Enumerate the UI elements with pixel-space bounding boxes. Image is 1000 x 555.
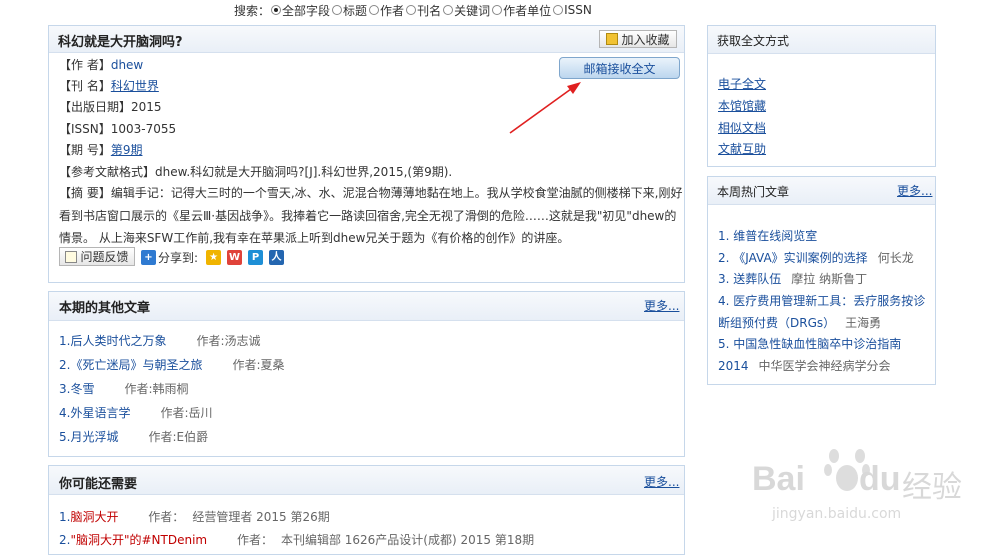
- renren-icon[interactable]: 人: [269, 250, 285, 265]
- other-articles-title: 本期的其他文章: [59, 301, 151, 316]
- journal-link[interactable]: 科幻世界: [111, 79, 159, 93]
- share-row: + 分享到: ★ W P 人: [141, 249, 285, 266]
- plus-icon[interactable]: +: [141, 250, 156, 265]
- abstract-line-1: 【摘 要】编辑手记：记得大三时的一个雪天,冰、水、泥混合物薄薄地黏在地上。我从学…: [59, 186, 683, 200]
- issue-link[interactable]: 第9期: [111, 143, 143, 157]
- weibo-icon[interactable]: W: [227, 250, 243, 265]
- article-title: 科幻就是大开脑洞吗?: [58, 35, 183, 50]
- issn-row: 【ISSN】1003-7055: [59, 122, 177, 136]
- reference-row: 【参考文献格式】dhew.科幻就是大开脑洞吗?[J].科幻世界,2015,(第9…: [59, 165, 453, 179]
- email-fulltext-button[interactable]: 邮箱接收全文: [559, 57, 680, 79]
- baidu-watermark: Bai du 经验 jingyan.baidu.com: [742, 438, 982, 528]
- radio-icon[interactable]: [271, 5, 282, 15]
- list-item[interactable]: 4.外星语言学 作者:岳川: [59, 404, 213, 421]
- radio-icon[interactable]: [443, 5, 454, 15]
- filter-affiliation[interactable]: 作者单位: [491, 2, 551, 19]
- red-arrow-annotation: [509, 82, 581, 134]
- issue-row: 【期 号】第9期: [59, 143, 143, 157]
- hot-articles-title: 本周热门文章: [717, 185, 790, 199]
- list-item[interactable]: 2.《死亡迷局》与朝圣之旅 作者:夏桑: [59, 356, 285, 373]
- list-item[interactable]: 3.冬雪 作者:韩雨桐: [59, 380, 189, 397]
- fulltext-link-similar[interactable]: 相似文档: [718, 119, 766, 136]
- radio-icon[interactable]: [332, 5, 343, 15]
- hot-item[interactable]: 3. 送葬队伍 摩拉 纳斯鲁丁: [718, 270, 867, 287]
- list-item[interactable]: 5.月光浮城 作者:E伯爵: [59, 428, 208, 445]
- filter-author[interactable]: 作者: [368, 2, 404, 19]
- edit-icon: [65, 250, 78, 263]
- tencent-icon[interactable]: P: [248, 250, 264, 265]
- fulltext-link-library[interactable]: 本馆馆藏: [718, 97, 766, 114]
- fulltext-link-electronic[interactable]: 电子全文: [718, 75, 766, 92]
- search-filter-bar: 搜索： 全部字段 标题 作者 刊名 关键词 作者单位 ISSN: [234, 1, 593, 19]
- abstract-line-2: 看到书店窗口展示的《星云Ⅲ·基因战争》。我捧着它一路读回宿舍,完全无视了滑倒的危…: [59, 209, 677, 223]
- radio-icon[interactable]: [492, 5, 503, 15]
- radio-icon[interactable]: [553, 5, 564, 15]
- recommend-more-link[interactable]: 更多...: [644, 473, 679, 490]
- filter-journal[interactable]: 刊名: [405, 2, 441, 19]
- recommend-header: [49, 466, 684, 495]
- hot-item[interactable]: 5. 中国急性缺血性脑卒中诊治指南: [718, 335, 901, 352]
- abstract-line-3: 情景。 从上海来SFW工作前,我有幸在苹果派上听到dhew兄关于题为《有价格的创…: [59, 231, 570, 245]
- filter-issn[interactable]: ISSN: [552, 3, 592, 17]
- list-item[interactable]: 1.后人类时代之万象 作者:汤志诚: [59, 332, 261, 349]
- filter-keyword[interactable]: 关键词: [442, 2, 490, 19]
- list-item[interactable]: 1.脑洞大开 作者： 经营管理者 2015 第26期: [59, 508, 330, 525]
- date-row: 【出版日期】2015: [59, 100, 162, 114]
- journal-row: 【刊 名】科幻世界: [59, 79, 159, 93]
- filter-all[interactable]: 全部字段: [270, 2, 330, 19]
- radio-icon[interactable]: [369, 5, 380, 15]
- search-prefix: 搜索：: [234, 3, 271, 18]
- hot-item-continued[interactable]: 2014 中华医学会神经病学分会: [718, 357, 891, 374]
- filter-title[interactable]: 标题: [331, 2, 367, 19]
- favorite-icon: [606, 33, 619, 45]
- add-favorite-button[interactable]: 加入收藏: [599, 30, 677, 48]
- qzone-icon[interactable]: ★: [206, 250, 222, 265]
- list-item[interactable]: 2."脑洞大开"的#NTDenim 作者： 本刊编辑部 1626产品设计(成都) …: [59, 531, 534, 548]
- hot-articles-more-link[interactable]: 更多...: [897, 182, 932, 199]
- radio-icon[interactable]: [406, 5, 417, 15]
- feedback-button[interactable]: 问题反馈: [59, 247, 135, 266]
- hot-item-continued[interactable]: 断组预付费（DRGs） 王海勇: [718, 314, 881, 331]
- fulltext-link-mutual-help[interactable]: 文献互助: [718, 140, 766, 157]
- author-link[interactable]: dhew: [111, 58, 143, 72]
- fulltext-title: 获取全文方式: [717, 34, 790, 48]
- share-label: 分享到:: [158, 251, 199, 265]
- author-row: 【作 者】dhew: [59, 58, 144, 72]
- hot-item[interactable]: 4. 医疗费用管理新工具：丢疗服务按诊: [718, 292, 925, 309]
- other-articles-more-link[interactable]: 更多...: [644, 297, 679, 314]
- hot-item[interactable]: 1. 维普在线阅览室: [718, 227, 817, 244]
- recommend-title: 你可能还需要: [59, 477, 138, 492]
- hot-item[interactable]: 2. 《JAVA》实训案例的选择 何长龙: [718, 249, 914, 266]
